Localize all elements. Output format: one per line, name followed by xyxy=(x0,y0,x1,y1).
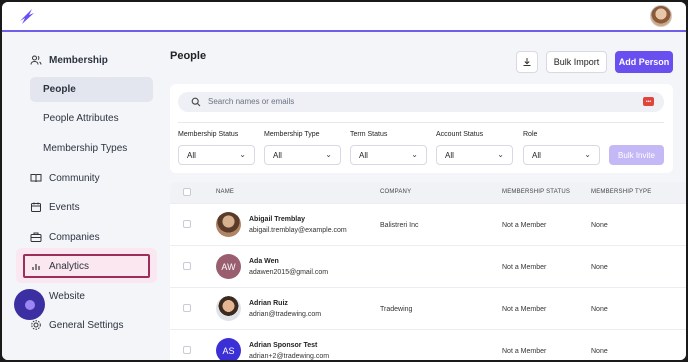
role-select[interactable]: All ⌄ xyxy=(523,145,600,165)
page-title: People xyxy=(170,50,207,62)
term-status-select[interactable]: All ⌄ xyxy=(350,145,427,165)
briefcase-icon xyxy=(29,230,43,244)
select-all-checkbox[interactable] xyxy=(183,188,191,196)
sidebar-item-label: Companies xyxy=(49,231,100,243)
table-header: NAME COMPANY MEMBERSHIP STATUS MEMBERSHI… xyxy=(170,182,686,203)
person-name[interactable]: Ada Wen xyxy=(249,258,279,265)
row-checkbox[interactable] xyxy=(183,346,191,354)
filter-label-membership-type: Membership Type xyxy=(264,131,320,138)
type-cell: None xyxy=(591,222,608,229)
bulk-import-button[interactable]: Bulk Import xyxy=(546,51,607,73)
user-avatar[interactable] xyxy=(650,5,672,27)
sidebar-item-membership[interactable]: Membership xyxy=(29,50,108,70)
sidebar-item-label: Membership xyxy=(49,54,108,66)
table-row[interactable]: AS Adrian Sponsor Test adrian+2@tradewin… xyxy=(170,329,686,360)
search-input[interactable]: Search names or emails ••• xyxy=(178,92,664,112)
table-row[interactable]: Adrian Ruiz adrian@tradewing.com Tradewi… xyxy=(170,287,686,329)
sidebar-item-people-attributes[interactable]: People Attributes xyxy=(30,106,153,131)
filter-label-membership-status: Membership Status xyxy=(178,131,239,138)
gear-icon xyxy=(29,318,43,332)
column-header-company[interactable]: COMPANY xyxy=(380,189,411,195)
company-cell: Balistreri Inc xyxy=(380,222,419,229)
sidebar-item-label: General Settings xyxy=(49,319,124,331)
select-value: All xyxy=(187,150,196,160)
avatar: AW xyxy=(216,254,241,279)
help-chat-button[interactable] xyxy=(14,289,45,320)
brand-logo-icon[interactable] xyxy=(16,7,36,25)
sidebar-item-community[interactable]: Community xyxy=(29,168,100,188)
filter-label-role: Role xyxy=(523,131,538,138)
sidebar-item-membership-types[interactable]: Membership Types xyxy=(30,136,153,161)
chat-icon xyxy=(24,299,35,310)
search-placeholder: Search names or emails xyxy=(208,97,295,106)
person-email: adrian+2@tradewing.com xyxy=(249,353,330,360)
sidebar-item-general-settings[interactable]: General Settings xyxy=(29,315,124,335)
top-bar xyxy=(2,2,686,32)
status-cell: Not a Member xyxy=(502,306,547,313)
search-icon xyxy=(191,97,201,107)
status-cell: Not a Member xyxy=(502,264,547,271)
download-icon xyxy=(523,58,531,66)
person-email: abigail.tremblay@example.com xyxy=(249,227,347,234)
avatar xyxy=(216,212,241,237)
filter-label-term-status: Term Status xyxy=(350,131,388,138)
person-name[interactable]: Abigail Tremblay xyxy=(249,216,305,223)
column-header-membership-status[interactable]: MEMBERSHIP STATUS xyxy=(502,189,570,195)
status-cell: Not a Member xyxy=(502,348,547,355)
select-value: All xyxy=(532,150,541,160)
select-value: All xyxy=(273,150,282,160)
sidebar-item-label: Community xyxy=(49,172,100,184)
company-cell: Tradewing xyxy=(380,306,413,313)
person-name[interactable]: Adrian Ruiz xyxy=(249,300,288,307)
type-cell: None xyxy=(591,348,608,355)
sidebar-item-label: Website xyxy=(49,290,85,302)
column-header-membership-type[interactable]: MEMBERSHIP TYPE xyxy=(591,189,651,195)
person-name[interactable]: Adrian Sponsor Test xyxy=(249,342,317,349)
chevron-down-icon: ⌄ xyxy=(411,150,418,159)
row-checkbox[interactable] xyxy=(183,262,191,270)
users-icon xyxy=(29,53,43,67)
app-window: Membership People People Attributes Memb… xyxy=(2,2,686,360)
calendar-icon xyxy=(29,200,43,214)
avatar: AS xyxy=(216,338,241,360)
sidebar-item-analytics[interactable]: Analytics xyxy=(29,256,89,276)
bulk-invite-button[interactable]: Bulk Invite xyxy=(609,145,664,165)
chevron-down-icon: ⌄ xyxy=(584,150,591,159)
type-cell: None xyxy=(591,264,608,271)
bar-chart-icon xyxy=(29,259,43,273)
add-person-button[interactable]: Add Person xyxy=(615,51,673,73)
select-value: All xyxy=(359,150,368,160)
book-icon xyxy=(29,171,43,185)
table-row[interactable]: Abigail Tremblay abigail.tremblay@exampl… xyxy=(170,203,686,245)
status-cell: Not a Member xyxy=(502,222,547,229)
sidebar-item-people[interactable]: People xyxy=(30,77,153,102)
column-header-name[interactable]: NAME xyxy=(216,189,234,195)
filter-label-account-status: Account Status xyxy=(436,131,484,138)
download-button[interactable] xyxy=(516,51,538,73)
chevron-down-icon: ⌄ xyxy=(239,150,246,159)
avatar xyxy=(216,296,241,321)
divider xyxy=(178,122,664,123)
sidebar-item-label: Analytics xyxy=(49,260,90,272)
sidebar-item-companies[interactable]: Companies xyxy=(29,227,100,247)
person-email: adrian@tradewing.com xyxy=(249,311,322,318)
type-cell: None xyxy=(591,306,608,313)
sidebar-item-label: Events xyxy=(49,201,80,213)
select-value: All xyxy=(445,150,454,160)
chevron-down-icon: ⌄ xyxy=(497,150,504,159)
password-manager-icon[interactable]: ••• xyxy=(643,97,654,106)
person-email: adawen2015@gmail.com xyxy=(249,269,329,276)
sidebar-item-events[interactable]: Events xyxy=(29,197,80,217)
membership-type-select[interactable]: All ⌄ xyxy=(264,145,341,165)
row-checkbox[interactable] xyxy=(183,220,191,228)
chevron-down-icon: ⌄ xyxy=(325,150,332,159)
row-checkbox[interactable] xyxy=(183,304,191,312)
table-row[interactable]: AW Ada Wen adawen2015@gmail.com Not a Me… xyxy=(170,245,686,287)
membership-status-select[interactable]: All ⌄ xyxy=(178,145,255,165)
filter-panel: Search names or emails ••• Membership St… xyxy=(170,84,673,173)
account-status-select[interactable]: All ⌄ xyxy=(436,145,513,165)
people-table: NAME COMPANY MEMBERSHIP STATUS MEMBERSHI… xyxy=(170,182,686,360)
